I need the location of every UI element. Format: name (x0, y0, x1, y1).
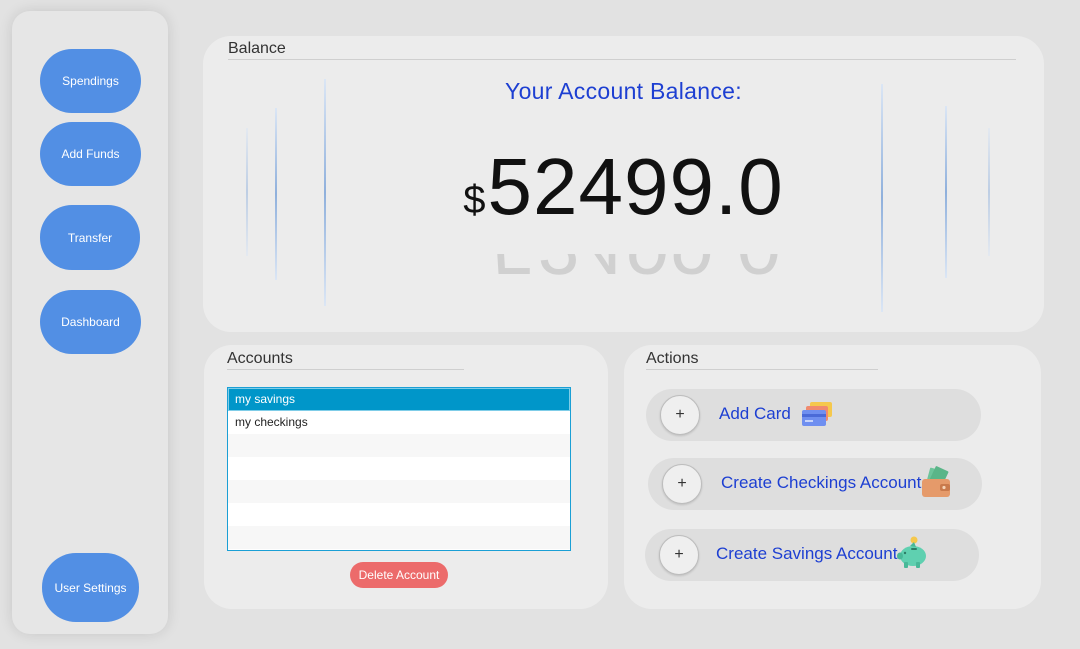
balance-panel: Balance Your Account Balance: $ 52499.0 … (203, 36, 1044, 332)
user-settings-button[interactable]: User Settings (42, 553, 139, 622)
create-checkings-label[interactable]: Create Checkings Account (721, 473, 921, 493)
currency-symbol: $ (463, 178, 486, 222)
add-card-row: + Add Card (646, 389, 981, 441)
wallet-icon (922, 466, 950, 497)
accounts-list[interactable]: my savings my checkings (227, 387, 571, 551)
piggy-bank-icon (897, 536, 926, 568)
balance-amount: 52499.0 (487, 142, 784, 231)
balance-caption: Your Account Balance: (505, 78, 742, 104)
add-card-plus-button[interactable]: + (660, 395, 700, 435)
create-savings-plus-button[interactable]: + (659, 535, 699, 575)
transfer-button[interactable]: Transfer (40, 205, 140, 270)
delete-account-button[interactable]: Delete Account (350, 562, 448, 588)
balance-display: $ 52499.0 (203, 141, 1044, 231)
dashboard-button[interactable]: Dashboard (40, 290, 141, 354)
list-row-empty (228, 526, 570, 549)
spendings-button[interactable]: Spendings (40, 49, 141, 113)
create-checkings-row: + Create Checkings Account (648, 458, 982, 510)
list-item[interactable]: my checkings (228, 411, 570, 434)
create-savings-label[interactable]: Create Savings Account (716, 544, 897, 564)
credit-card-icon (802, 402, 832, 426)
list-row-empty (228, 480, 570, 503)
list-row-empty (228, 434, 570, 457)
create-checkings-plus-button[interactable]: + (662, 464, 702, 504)
accounts-section-title: Accounts (227, 350, 464, 370)
list-row-empty (228, 457, 570, 480)
list-row-empty (228, 503, 570, 526)
add-card-label[interactable]: Add Card (719, 404, 791, 424)
balance-section-title: Balance (228, 40, 1016, 60)
balance-reflection: 52499.0 (203, 254, 1044, 290)
list-item[interactable]: my savings (228, 388, 570, 411)
create-savings-row: + Create Savings Account (645, 529, 979, 581)
balance-reflection-text: 52499.0 (492, 254, 781, 290)
add-funds-button[interactable]: Add Funds (40, 122, 141, 186)
actions-section-title: Actions (646, 350, 878, 370)
